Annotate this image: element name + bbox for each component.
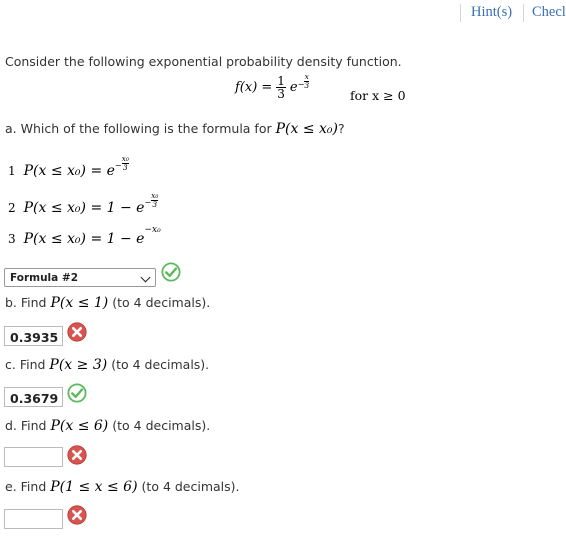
part-d-answer-input[interactable] — [4, 447, 63, 467]
option-3: 3 P(x ≤ x₀) = 1 − e−x₀ — [8, 225, 161, 247]
part-a-prompt: a. Which of the following is the formula… — [5, 121, 345, 137]
part-d-prompt: d. Find P(x ≤ 6) (to 4 decimals). — [5, 418, 211, 434]
check-button[interactable]: Checl — [532, 4, 566, 21]
incorrect-x-icon — [67, 445, 87, 465]
formula-coefficient: 1 3 — [276, 74, 286, 101]
hints-button[interactable]: Hint(s) — [471, 4, 512, 21]
pdf-formula: f(x) = 1 3 e− x 3 — [235, 72, 310, 101]
formula-base: e — [289, 80, 298, 95]
formula-exponent: x3 — [304, 72, 310, 90]
intro-text: Consider the following exponential proba… — [5, 54, 402, 69]
incorrect-x-icon — [67, 322, 87, 342]
header-separator — [460, 4, 461, 22]
part-b-prompt: b. Find P(x ≤ 1) (to 4 decimals). — [5, 295, 211, 311]
part-b-answer-input[interactable]: 0.3935 — [4, 326, 63, 346]
part-e-prompt: e. Find P(1 ≤ x ≤ 6) (to 4 decimals). — [5, 479, 240, 495]
correct-check-icon — [161, 262, 181, 282]
part-c-answer-input[interactable]: 0.3679 — [4, 387, 63, 407]
chevron-down-icon — [140, 272, 151, 283]
option-1: 1 P(x ≤ x₀) = e− x₀ 3 — [8, 154, 129, 179]
formula-select[interactable]: Formula #2 — [4, 268, 156, 287]
part-e-answer-input[interactable] — [4, 509, 63, 529]
correct-check-icon — [67, 383, 87, 403]
formula-lhs: f(x) = — [235, 80, 273, 95]
option-2: 2 P(x ≤ x₀) = 1 − e− x₀ 3 — [8, 191, 159, 216]
incorrect-x-icon — [67, 505, 87, 525]
header-separator — [523, 4, 524, 22]
part-c-prompt: c. Find P(x ≥ 3) (to 4 decimals). — [5, 357, 210, 373]
formula-condition: for x ≥ 0 — [350, 88, 406, 103]
